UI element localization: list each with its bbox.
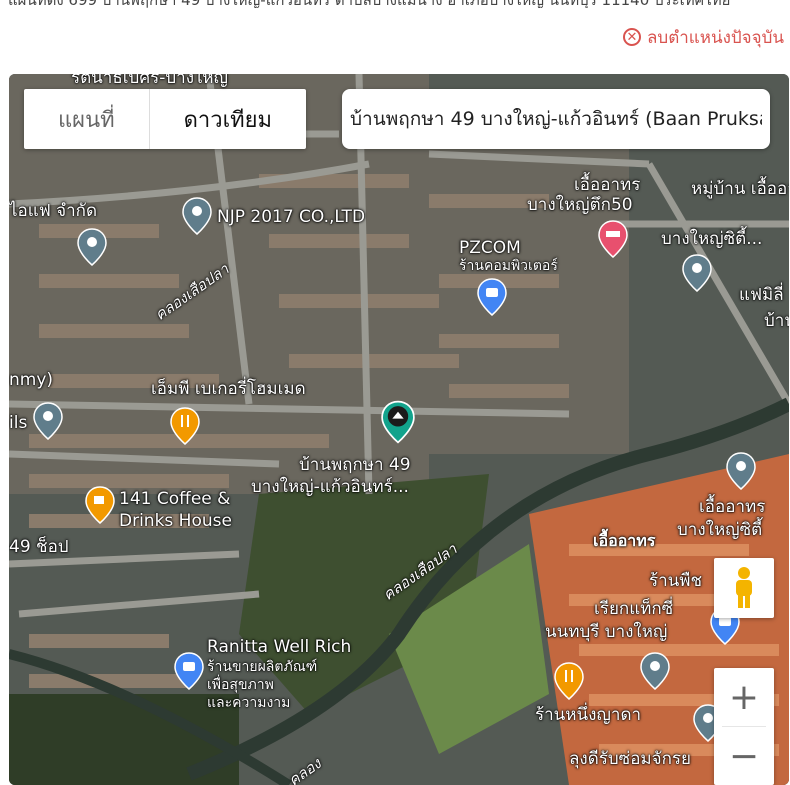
place-pin-icon[interactable] — [640, 652, 670, 690]
tab-satellite[interactable]: ดาวเทียม — [148, 89, 306, 149]
map-label: นนทบุรี บางใหญ่ — [545, 622, 668, 642]
place-pin-icon[interactable] — [682, 254, 712, 292]
map-label: บางใหญ่ซิตี้ — [677, 520, 763, 540]
map-label: NJP 2017 CO.,LTD — [217, 207, 366, 227]
restaurant-pin-icon[interactable] — [170, 407, 200, 445]
tab-map[interactable]: แผนที่ — [24, 89, 149, 149]
map-type-tabs: แผนที่ ดาวเทียม — [24, 89, 307, 149]
map-label: ร้านพืช — [649, 571, 703, 591]
map-label: Drinks House — [119, 511, 232, 531]
map-label: เรียกแท็กซี่ — [594, 599, 674, 619]
restaurant-pin-icon[interactable] — [554, 662, 584, 700]
map-label: เพื่อสุขภาพ — [207, 677, 274, 693]
map-label: ร้านขายผลิตภัณฑ์ — [207, 659, 318, 675]
street-view-pegman[interactable] — [714, 558, 774, 618]
map-label: ils — [9, 413, 28, 433]
map-label: ไอแฟ จำกัด — [9, 201, 97, 221]
map-label: เอื้ออาทร — [593, 531, 656, 550]
place-pin-icon[interactable] — [33, 402, 63, 440]
close-circle-icon: ✕ — [622, 28, 641, 46]
map-label: 49 ช็อป — [9, 537, 69, 557]
map-label: บางใหญ่-แก้วอินทร์... — [251, 477, 409, 497]
home-pin-icon[interactable] — [381, 399, 415, 445]
shop-pin-icon[interactable] — [174, 652, 204, 690]
map-label: เอื้ออาทร — [574, 175, 641, 195]
map-label: บ้าน — [764, 311, 789, 331]
map-label: บ้านพฤกษา 49 — [299, 455, 411, 475]
map-label: แฟมิลี่ — [739, 285, 784, 305]
pegman-icon — [736, 567, 752, 608]
map-label: 141 Coffee & — [119, 489, 231, 509]
header-partial-text: แผนที่ตั้ง 699 บ้านพฤกษา 49 บางใหญ่-แก้ว… — [8, 0, 788, 8]
shop-pin-icon[interactable] — [477, 278, 507, 316]
clear-location-label: ลบตำแหน่งปัจจุบัน — [646, 27, 784, 48]
map-label: เอื้ออาทร — [699, 497, 766, 517]
place-search-input[interactable] — [342, 89, 770, 149]
zoom-in-button[interactable]: + — [714, 668, 774, 726]
map-label: บางใหญ่ตึก50 — [527, 195, 633, 215]
place-pin-icon[interactable] — [182, 197, 212, 235]
map-label: ร้านคอมพิวเตอร์ — [459, 258, 558, 274]
zoom-controls: + − — [714, 668, 774, 785]
map-label: PZCOM — [459, 238, 521, 258]
map-label: nmy) — [9, 370, 54, 390]
map-label: รัตนาธิเบศร์-บางใหญ่ — [71, 74, 229, 88]
zoom-out-button[interactable]: − — [714, 727, 774, 785]
hotel-pin-icon[interactable] — [598, 220, 628, 258]
map-view[interactable]: แผนที่ ดาวเทียม รัตนาธิเบศร์-บางใหญ่ ไอแ… — [9, 74, 789, 785]
cafe-pin-icon[interactable] — [85, 486, 115, 524]
map-label: บางใหญ่ซิตี้... — [661, 229, 763, 249]
map-label: และความงาม — [207, 695, 291, 711]
map-label: ร้านหนึ่งญาดา — [535, 705, 642, 725]
place-pin-icon[interactable] — [77, 228, 107, 266]
map-label: Ranitta Well Rich — [207, 637, 352, 657]
clear-location-button[interactable]: ✕ ลบตำแหน่งปัจจุบัน — [622, 24, 784, 50]
map-label: ลุงดีรับซ่อมจักรย — [569, 749, 691, 769]
place-pin-icon[interactable] — [726, 452, 756, 490]
map-label: หมู่บ้าน เอื้ออาท — [691, 179, 789, 199]
map-label: เอ็มพี เบเกอรี่โฮมเมด — [151, 379, 306, 399]
